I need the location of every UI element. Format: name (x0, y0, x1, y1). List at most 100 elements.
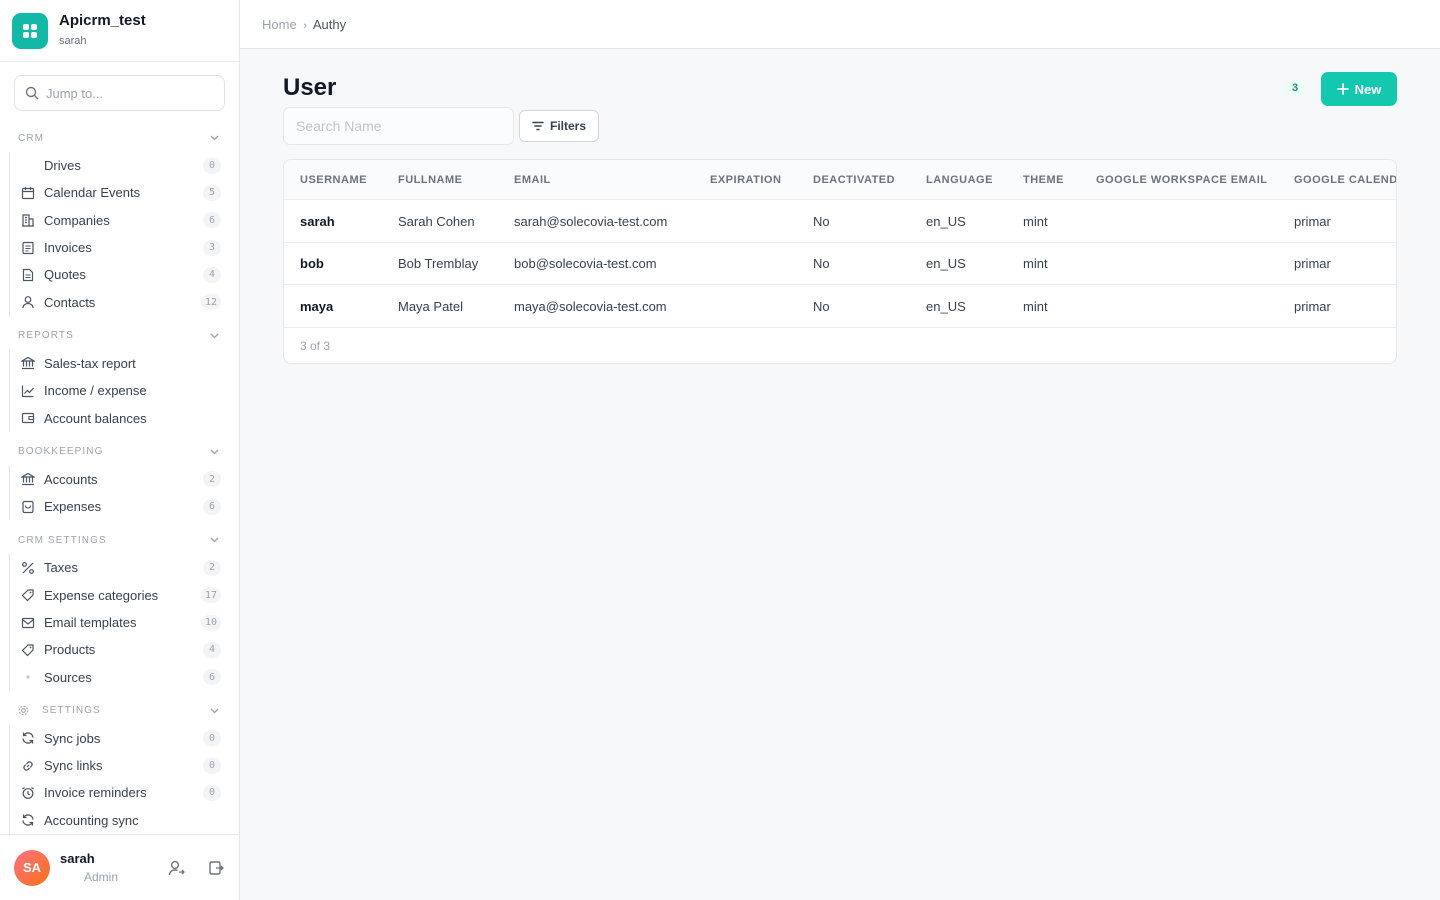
record-count-badge: 3 (1284, 79, 1306, 97)
bank-icon (20, 355, 36, 371)
app-logo-icon (12, 12, 48, 49)
sidebar-item-companies[interactable]: Companies 6 (0, 207, 239, 234)
user-profile-icon[interactable] (167, 859, 185, 877)
sidebar-item-count: 4 (203, 266, 221, 283)
column-header-google-workspace-email[interactable]: GOOGLE WORKSPACE EMAIL (1096, 160, 1268, 200)
section-items: Taxes 2 Expense categories 17 Email template… (0, 554, 239, 692)
table-body: sarah Sarah Cohen sarah@solecovia-test.com… (284, 200, 1396, 328)
logout-icon[interactable] (207, 859, 225, 877)
section-header-reports[interactable]: REPORTS (0, 322, 239, 350)
sidebar-item-email-templates[interactable]: Email templates 10 (0, 609, 239, 636)
table-cell-language: en_US (926, 213, 966, 229)
plus-icon (1336, 83, 1349, 95)
sidebar-item-calendar-events[interactable]: Calendar Events 5 (0, 179, 239, 206)
app-title: Apicrm_test (59, 12, 146, 29)
dot-icon (20, 669, 36, 685)
table-cell-google-calenda: primar (1294, 213, 1331, 229)
section-header-crm-settings[interactable]: CRM SETTINGS (0, 526, 239, 554)
column-header-deactivated[interactable]: DEACTIVATED (813, 160, 895, 200)
chevron-down-icon[interactable] (210, 537, 219, 543)
table-row[interactable]: maya Maya Patel maya@solecovia-test.com No e… (284, 285, 1396, 328)
filters-button[interactable]: Filters (519, 110, 599, 142)
sidebar-item-income-expense[interactable]: Income / expense (0, 377, 239, 404)
bank-icon (20, 471, 36, 487)
sidebar-item-products[interactable]: Products 4 (0, 636, 239, 663)
column-header-theme[interactable]: THEME (1023, 160, 1064, 200)
sidebar-item-sync-jobs[interactable]: Sync jobs 0 (0, 725, 239, 752)
sidebar-item-expense-categories[interactable]: Expense categories 17 (0, 582, 239, 609)
breadcrumb-current: Authy (312, 16, 347, 32)
sidebar-item-quotes[interactable]: Quotes 4 (0, 261, 239, 288)
chevron-down-icon[interactable] (210, 135, 219, 141)
sidebar-item-label: Sources (44, 669, 92, 685)
sidebar-item-count: 2 (203, 559, 221, 576)
table-cell-theme: mint (1023, 213, 1048, 229)
sidebar-item-label: Expense categories (44, 587, 159, 603)
filters-label: Filters (549, 119, 586, 133)
table-row[interactable]: bob Bob Tremblay bob@solecovia-test.com No e… (284, 243, 1396, 285)
chevron-down-icon[interactable] (210, 708, 219, 714)
sidebar-item-label: Account balances (44, 410, 147, 426)
table-cell-language: en_US (926, 256, 966, 271)
sidebar-item-taxes[interactable]: Taxes 2 (0, 554, 239, 581)
filter-icon (532, 121, 544, 131)
sidebar-item-count: 0 (203, 730, 221, 747)
sidebar-item-label: Calendar Events (44, 185, 141, 201)
sidebar-item-label: Email templates (44, 615, 137, 630)
sidebar-item-label: Taxes (44, 560, 78, 576)
sidebar-item-invoice-reminders[interactable]: Invoice reminders 0 (0, 779, 239, 806)
avatar[interactable]: SA (14, 849, 50, 886)
sidebar-item-sources[interactable]: Sources 6 (0, 663, 239, 690)
section-title: CRM (18, 132, 45, 144)
user-role: Admin (84, 870, 119, 884)
sidebar-item-count: 17 (200, 587, 221, 604)
gear-icon (18, 705, 35, 716)
blank-icon (20, 158, 36, 174)
link-icon (20, 758, 36, 774)
sidebar-item-sales-tax-report[interactable]: Sales-tax report (0, 350, 239, 377)
sidebar-item-count: 0 (203, 784, 221, 801)
section-items: Sales-tax report Income / expense Account … (0, 349, 239, 432)
breadcrumb-home[interactable]: Home (262, 17, 297, 32)
search-input[interactable] (283, 107, 514, 145)
table-cell-username: bob (300, 256, 324, 271)
sidebar-item-label: Expenses (44, 499, 102, 515)
sidebar-item-label: Invoices (44, 240, 92, 256)
chevron-down-icon[interactable] (210, 333, 219, 339)
column-header-fullname[interactable]: FULLNAME (398, 160, 463, 200)
section-header-bookkeeping[interactable]: BOOKKEEPING (0, 438, 239, 466)
sync-icon (20, 812, 36, 828)
section-header-settings[interactable]: SETTINGS (0, 697, 239, 725)
column-header-expiration[interactable]: EXPIRATION (710, 160, 781, 200)
sidebar-item-drives[interactable]: Drives 0 (0, 152, 239, 179)
column-header-email[interactable]: EMAIL (514, 160, 551, 200)
chevron-down-icon[interactable] (210, 449, 219, 455)
brand-header[interactable]: Apicrm_test sarah (0, 0, 239, 62)
table-cell-theme: mint (1023, 256, 1048, 271)
section-title: CRM SETTINGS (18, 534, 107, 546)
invoice-icon (20, 240, 36, 256)
sidebar-item-count: 5 (203, 184, 221, 201)
table-row[interactable]: sarah Sarah Cohen sarah@solecovia-test.com… (284, 200, 1396, 243)
sidebar-item-sync-links[interactable]: Sync links 0 (0, 752, 239, 779)
jump-to-input[interactable]: Jump to... (14, 75, 225, 111)
sidebar-item-label: Accounts (44, 471, 98, 487)
sidebar-item-contacts[interactable]: Contacts 12 (0, 288, 239, 315)
column-header-username[interactable]: USERNAME (300, 160, 367, 200)
sidebar-item-label: Quotes (44, 267, 86, 283)
sidebar-item-label: Accounting sync (44, 812, 139, 828)
sidebar-item-expenses[interactable]: Expenses 6 (0, 493, 239, 520)
sidebar-item-accounts[interactable]: Accounts 2 (0, 466, 239, 493)
building-icon (20, 212, 36, 228)
sidebar-item-accounting-sync[interactable]: Accounting sync (0, 807, 239, 834)
section-header-crm[interactable]: CRM (0, 124, 239, 152)
sidebar-item-count: 6 (203, 669, 221, 686)
table-footer: 3 of 3 (300, 338, 331, 353)
table-header: USERNAME FULLNAME EMAIL EXPIRATION DEACTIVAT… (284, 160, 1396, 200)
column-header-language[interactable]: LANGUAGE (926, 160, 993, 200)
new-button[interactable]: New (1321, 72, 1397, 106)
column-header-google-calenda[interactable]: GOOGLE CALENDA (1294, 160, 1396, 200)
sidebar-item-invoices[interactable]: Invoices 3 (0, 234, 239, 261)
sidebar-item-count: 2 (203, 471, 221, 488)
sidebar-item-account-balances[interactable]: Account balances (0, 404, 239, 431)
